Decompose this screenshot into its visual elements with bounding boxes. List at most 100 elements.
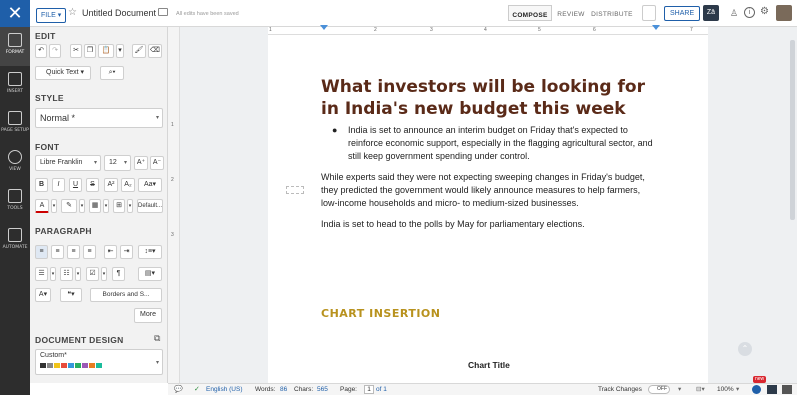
- chart-heading[interactable]: CHART INSERTION: [321, 307, 440, 320]
- highlight-button[interactable]: ✎: [61, 199, 77, 213]
- left-indent-marker[interactable]: [320, 25, 328, 30]
- superscript-button[interactable]: A²: [104, 178, 118, 192]
- tab-review[interactable]: REVIEW: [556, 5, 586, 21]
- scroll-top-icon[interactable]: ⌃: [738, 342, 752, 356]
- paragraph-style-select[interactable]: Normal * ▾: [35, 108, 163, 128]
- layout-icon[interactable]: ⊟▾: [696, 384, 705, 395]
- line-spacing-button[interactable]: ↕≡▾: [138, 245, 162, 259]
- bullet-list-button[interactable]: ☰: [35, 267, 48, 281]
- new-badge: new: [753, 376, 767, 383]
- rail-view[interactable]: VIEW: [0, 144, 30, 183]
- gear-icon[interactable]: ⚙: [760, 6, 769, 17]
- underline-button[interactable]: U: [69, 178, 82, 192]
- document-heading[interactable]: What investors will be looking for in In…: [321, 76, 651, 120]
- pilcrow-icon[interactable]: ¶: [112, 267, 125, 281]
- align-right-button[interactable]: ≡: [67, 245, 80, 259]
- spellcheck-icon[interactable]: ✓: [194, 384, 200, 395]
- drop-cap-button[interactable]: A▾: [35, 288, 51, 302]
- document-page[interactable]: What investors will be looking for in In…: [268, 35, 708, 383]
- checklist-chevron[interactable]: ▾: [101, 267, 107, 281]
- present-icon[interactable]: [642, 5, 656, 21]
- vertical-scrollbar[interactable]: [790, 40, 795, 220]
- spacing-chevron[interactable]: ▾: [127, 199, 133, 213]
- cut-icon[interactable]: ✂: [70, 44, 82, 58]
- info-icon[interactable]: i: [744, 7, 755, 18]
- quote-button[interactable]: ❝▾: [60, 288, 82, 302]
- tab-distribute[interactable]: DISTRIBUTE: [590, 5, 634, 21]
- paragraph-handle-icon[interactable]: [286, 186, 304, 194]
- find-replace-button[interactable]: ⌕▾: [100, 66, 124, 80]
- italic-button[interactable]: I: [52, 178, 65, 192]
- reader-icon[interactable]: [767, 385, 777, 394]
- increase-font-button[interactable]: A⁺: [134, 156, 148, 170]
- subscript-button[interactable]: A₂: [121, 178, 135, 192]
- numbered-list-chevron[interactable]: ▾: [75, 267, 81, 281]
- bold-button[interactable]: B: [35, 178, 48, 192]
- rail-tools[interactable]: TOOLS: [0, 183, 30, 222]
- rail-page-setup[interactable]: PAGE SETUP: [0, 105, 30, 144]
- default-font-button[interactable]: Default...: [137, 199, 163, 213]
- file-menu-button[interactable]: FILE ▾: [36, 8, 67, 23]
- right-indent-marker[interactable]: [652, 25, 660, 30]
- bullet-paragraph[interactable]: India is set to announce an interim budg…: [348, 124, 658, 163]
- tab-compose[interactable]: COMPOSE: [508, 5, 552, 21]
- comments-icon[interactable]: ▾: [678, 384, 681, 395]
- star-icon[interactable]: ☆: [68, 7, 77, 18]
- avatar[interactable]: [776, 5, 792, 21]
- increase-indent-button[interactable]: ⇥: [120, 245, 133, 259]
- decrease-font-button[interactable]: A⁻: [150, 156, 164, 170]
- rail-automate[interactable]: AUTOMATE: [0, 222, 30, 261]
- align-center-button[interactable]: ≡: [51, 245, 64, 259]
- folder-icon[interactable]: [158, 8, 168, 16]
- bullet-list-chevron[interactable]: ▾: [50, 267, 56, 281]
- external-link-icon[interactable]: ⧉: [154, 333, 160, 344]
- font-color-chevron[interactable]: ▾: [51, 199, 57, 213]
- status-bar: 💬 ✓ English (US) Words: 86 Chars: 565 Pa…: [168, 376, 797, 395]
- fullscreen-icon[interactable]: [782, 385, 792, 394]
- ruler-mark: 7: [690, 27, 693, 33]
- zia-icon[interactable]: Zā: [703, 5, 719, 21]
- paste-options-chevron[interactable]: ▾: [116, 44, 124, 58]
- language-label[interactable]: English (US): [206, 384, 242, 395]
- align-left-button[interactable]: ≡: [35, 245, 48, 259]
- character-spacing-icon[interactable]: ⊞: [113, 199, 125, 213]
- borders-and-shading-button[interactable]: Borders and S...: [90, 288, 162, 302]
- font-family-select[interactable]: Libre Franklin ▾: [35, 155, 101, 171]
- track-changes-toggle[interactable]: OFF: [648, 385, 670, 394]
- more-button[interactable]: More: [134, 308, 162, 323]
- page-number-input[interactable]: 1: [364, 385, 374, 394]
- copy-icon[interactable]: ❐: [84, 44, 96, 58]
- paste-icon[interactable]: 📋: [98, 44, 114, 58]
- zoom-chevron-icon[interactable]: ▾: [736, 384, 739, 395]
- decrease-indent-button[interactable]: ⇤: [104, 245, 117, 259]
- share-button[interactable]: SHARE: [664, 6, 701, 21]
- comment-icon[interactable]: 💬: [174, 384, 183, 395]
- text-effects-chevron[interactable]: ▾: [103, 199, 109, 213]
- zoom-level[interactable]: 100%: [717, 384, 734, 395]
- redo-button[interactable]: ↷: [49, 44, 61, 58]
- format-painter-icon[interactable]: 🖌: [132, 44, 146, 58]
- night-mode-icon[interactable]: [752, 385, 761, 394]
- undo-button[interactable]: ↶: [35, 44, 47, 58]
- text-effects-icon[interactable]: ▦: [89, 199, 101, 213]
- numbered-list-button[interactable]: ☷: [60, 267, 73, 281]
- rail-format[interactable]: FORMAT: [0, 27, 30, 66]
- strikethrough-button[interactable]: S: [86, 178, 99, 192]
- checklist-button[interactable]: ☑: [86, 267, 99, 281]
- font-color-button[interactable]: A: [35, 199, 49, 213]
- font-size-select[interactable]: 12 ▾: [104, 155, 131, 171]
- highlight-chevron[interactable]: ▾: [79, 199, 85, 213]
- paragraph-2[interactable]: India is set to head to the polls by May…: [321, 218, 656, 231]
- paragraph-1[interactable]: While experts said they were not expecti…: [321, 171, 656, 210]
- chart-title[interactable]: Chart Title: [468, 360, 510, 370]
- paragraph-shading-button[interactable]: ▤▾: [138, 267, 162, 281]
- close-icon[interactable]: ✕: [0, 0, 30, 27]
- rail-insert[interactable]: INSERT: [0, 66, 30, 105]
- document-title[interactable]: Untitled Document: [82, 8, 156, 18]
- clear-format-icon[interactable]: ⌫: [148, 44, 162, 58]
- quick-text-button[interactable]: Quick Text ▾: [35, 66, 91, 80]
- justify-button[interactable]: ≡: [83, 245, 96, 259]
- user-icon[interactable]: ♙: [730, 8, 738, 19]
- document-design-select[interactable]: Custom* ▾: [35, 349, 163, 375]
- text-case-button[interactable]: Aa▾: [138, 178, 162, 192]
